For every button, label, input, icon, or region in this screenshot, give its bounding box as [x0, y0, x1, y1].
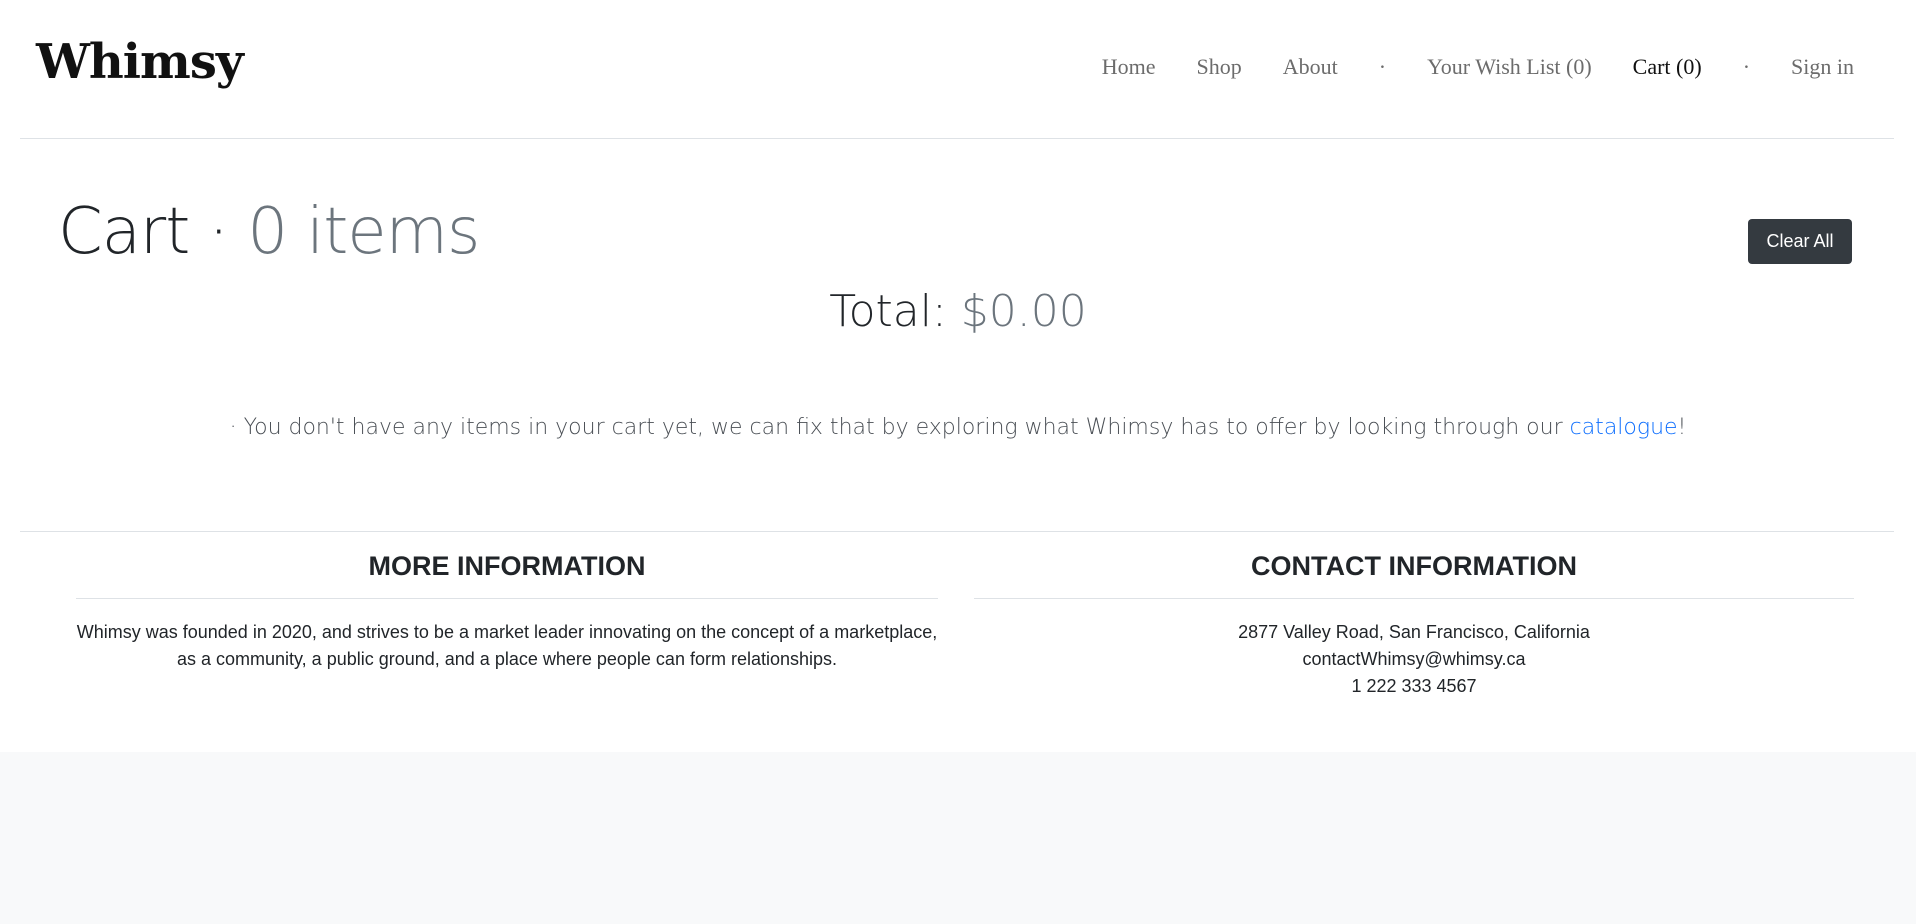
- cart-title-label: Cart: [58, 195, 190, 269]
- clear-all-button[interactable]: Clear All: [1748, 219, 1852, 264]
- more-information-section: MORE INFORMATION Whimsy was founded in 2…: [76, 550, 938, 673]
- cart-title: Cart · 0 items: [58, 200, 480, 264]
- more-information-line: as a community, a public ground, and a p…: [176, 649, 838, 670]
- cart-total: Total: $0.00: [0, 290, 1916, 334]
- page: Whimsy Home Shop About · Your Wish List …: [0, 0, 1916, 752]
- contact-information-text: 2877 Valley Road, San Francisco, Califor…: [974, 619, 1854, 700]
- brand-logo[interactable]: Whimsy: [36, 38, 244, 86]
- nav-signin[interactable]: Sign in: [1791, 56, 1854, 78]
- nav-separator: ·: [1378, 54, 1387, 79]
- total-label: Total:: [829, 286, 961, 337]
- contact-phone: 1 222 333 4567: [1351, 676, 1477, 697]
- cart-item-count: 0 items: [247, 195, 480, 269]
- nav-wishlist[interactable]: Your Wish List (0): [1427, 56, 1592, 78]
- empty-cart-message: · You don't have any items in your cart …: [0, 417, 1916, 439]
- nav-cart[interactable]: Cart (0): [1633, 56, 1702, 78]
- nav-separator: ·: [1742, 54, 1751, 79]
- empty-cart-text: · You don't have any items in your cart …: [229, 415, 1570, 440]
- main-nav: Home Shop About · Your Wish List (0) Car…: [1102, 56, 1854, 78]
- nav-shop[interactable]: Shop: [1197, 56, 1242, 78]
- nav-home[interactable]: Home: [1102, 56, 1156, 78]
- nav-about[interactable]: About: [1283, 56, 1338, 78]
- cart-title-separator: ·: [189, 195, 248, 269]
- more-information-heading: MORE INFORMATION: [76, 550, 938, 600]
- more-information-line: Whimsy was founded in 2020, and strives …: [76, 622, 938, 643]
- catalogue-link[interactable]: catalogue: [1570, 415, 1678, 440]
- contact-information-section: CONTACT INFORMATION 2877 Valley Road, Sa…: [974, 550, 1854, 700]
- empty-cart-suffix: !: [1677, 415, 1687, 440]
- total-amount: $0.00: [960, 286, 1087, 337]
- contact-address: 2877 Valley Road, San Francisco, Califor…: [1238, 622, 1590, 643]
- navbar: Whimsy Home Shop About · Your Wish List …: [20, 0, 1894, 139]
- more-information-text: Whimsy was founded in 2020, and strives …: [76, 619, 938, 673]
- contact-email: contactWhimsy@whimsy.ca: [1302, 649, 1526, 670]
- contact-information-heading: CONTACT INFORMATION: [974, 550, 1854, 600]
- footer: MORE INFORMATION Whimsy was founded in 2…: [20, 531, 1894, 696]
